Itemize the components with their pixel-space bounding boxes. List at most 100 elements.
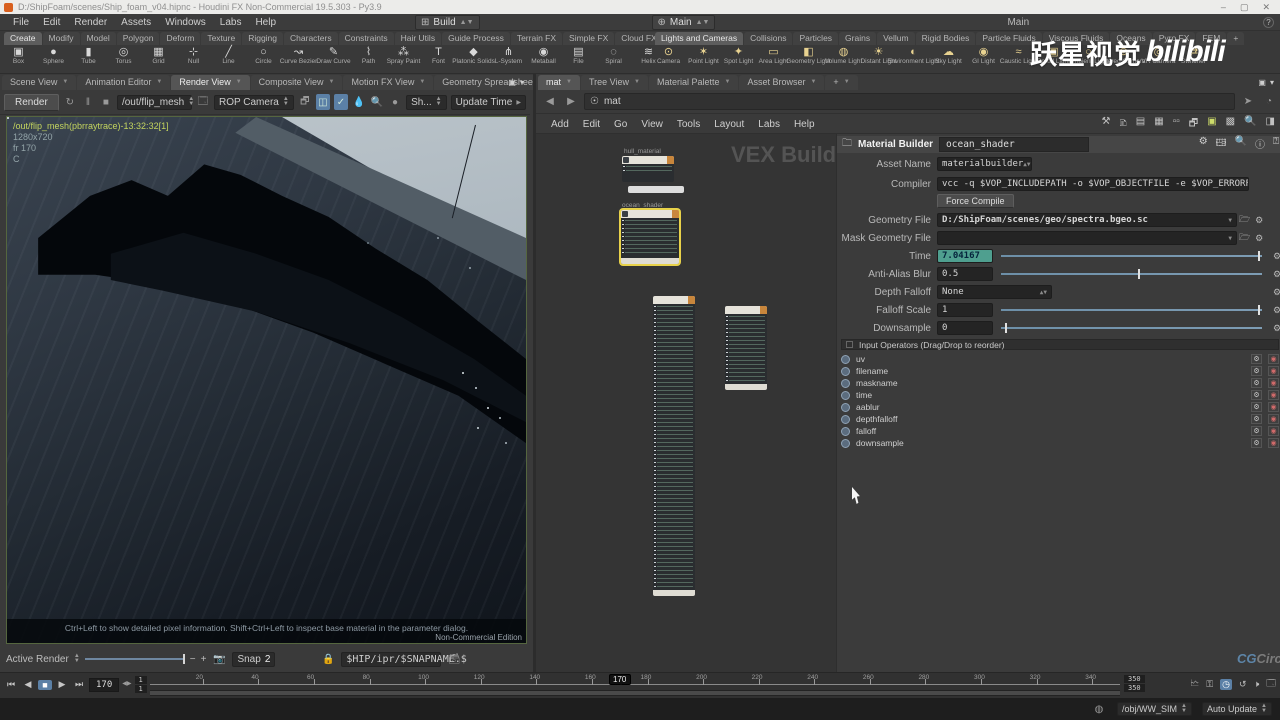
gear-icon[interactable]: ⚙ [1251, 390, 1262, 400]
menu-item[interactable]: Windows [158, 15, 213, 30]
remove-toggle-icon[interactable]: ◉ [1268, 414, 1279, 424]
shelf-tab[interactable]: Lights and Cameras [655, 32, 744, 45]
shelf-tool[interactable]: ▮ Tube [72, 46, 105, 74]
current-frame-field[interactable]: 170 [89, 677, 120, 692]
network-menu-item[interactable]: Add [544, 117, 576, 132]
gear-icon[interactable]: ⚙ [1252, 215, 1266, 226]
snapshot-icon[interactable]: 🗗 [298, 94, 312, 110]
shelf-tab[interactable]: Particle Fluids [976, 32, 1042, 45]
downsample-field[interactable]: 0 [937, 321, 993, 335]
shelf-tool[interactable]: ▭ Area Light [757, 46, 790, 74]
shelf-tool[interactable]: ⋔ L-System [492, 46, 525, 74]
shelf-tool[interactable]: ✶ Point Light [687, 46, 720, 74]
input-operators-header[interactable]: Input Operators (Drag/Drop to reorder) [841, 339, 1279, 350]
update-mode-selector[interactable]: Auto Update ▲ ▼ [1202, 702, 1272, 716]
pane-tab[interactable]: Render View ▼ [171, 75, 250, 90]
preset-icon[interactable]: 🖽 [1216, 136, 1227, 153]
dopesheet-icon[interactable]: 🗠 [1190, 676, 1199, 692]
asset-name-selector[interactable]: materialbuilder ▲▼ [937, 157, 1032, 171]
shelf-tool[interactable]: ✎ Draw Curve [316, 46, 350, 74]
shelf-tab[interactable]: Guide Process [442, 32, 510, 45]
shelf-tab[interactable]: Hair Utils [394, 32, 442, 45]
pane-controls[interactable]: ▣ ▾ [508, 78, 524, 87]
archive-icon[interactable]: 🗃 [446, 651, 462, 667]
node-vop-tall[interactable] [653, 296, 695, 596]
rerender-icon[interactable]: ↻ [63, 94, 77, 110]
stop-icon[interactable]: ■ [99, 94, 113, 110]
network-menu-item[interactable]: Tools [670, 117, 707, 132]
pixel-probe-icon[interactable]: 💧 [352, 94, 366, 110]
pane-controls[interactable]: ▣ ▾ [1258, 78, 1274, 87]
save-image-icon[interactable]: 🗔 [196, 94, 210, 110]
help-icon[interactable]: ? [1263, 16, 1274, 28]
network-menu-item[interactable]: Go [607, 117, 634, 132]
network-path-field[interactable]: ☉ mat [584, 93, 1235, 110]
snapshot-path-field[interactable]: $HIP/ipr/$SNAPNAME.$ [341, 651, 467, 667]
timeline-scrollbar[interactable] [150, 690, 1120, 696]
menu-item[interactable]: Render [67, 15, 114, 30]
shelf-tool[interactable]: ◍ Volume Light [825, 46, 863, 74]
shelf-tool[interactable]: ◌ Spiral [597, 46, 630, 74]
pause-icon[interactable]: ‖ [81, 94, 95, 110]
progressive-toggle-icon[interactable]: ✓ [333, 94, 348, 110]
shelf-tab[interactable]: Texture [201, 32, 242, 45]
minimize-button[interactable]: – [1221, 2, 1226, 13]
shelf-tool[interactable]: ○ Ambient Light [1069, 46, 1109, 74]
downsample-slider[interactable] [1001, 323, 1262, 333]
show-menu[interactable]: Sh... ▲ ▼ [406, 94, 447, 110]
compiler-field[interactable]: vcc -q $VOP_INCLUDEPATH -o $VOP_OBJECTFI… [937, 177, 1249, 191]
node-info-icon[interactable]: 🗈 [1119, 116, 1126, 133]
shelf-tool[interactable]: ● Sphere [37, 46, 70, 74]
go-to-start-button[interactable]: ⏮ [4, 679, 18, 690]
input-operator-row[interactable]: depthfalloff ⚙ ◉ [841, 413, 1279, 425]
network-editor[interactable]: VEX Builder hull_material ocean_shader [536, 134, 836, 672]
gear-icon[interactable]: ⚙ [1270, 251, 1280, 262]
node-name-field[interactable]: ocean_shader [939, 137, 1090, 152]
lock-icon[interactable]: 🔒 [320, 651, 336, 667]
main-menu-right[interactable]: Main [1007, 17, 1029, 28]
shelf-tool[interactable]: ◐ Environment Light [887, 46, 939, 74]
active-render-selector[interactable]: Active Render [6, 654, 69, 665]
menu-item[interactable]: File [6, 15, 36, 30]
play-button[interactable]: ▶ [55, 679, 69, 690]
snap-field[interactable]: Snap 2 [232, 651, 276, 667]
file-chooser-icon[interactable]: 🗁 [1239, 230, 1250, 246]
zoom-out-button[interactable]: − [190, 654, 196, 665]
shelf-tool[interactable]: ◉ Metaball [527, 46, 560, 74]
shelf-tool[interactable]: ⊙ Camera [652, 46, 685, 74]
shelf-tool[interactable]: ≈ Caustic Light [1000, 46, 1038, 74]
shelf-tab[interactable]: Characters [284, 32, 338, 45]
update-mode-selector[interactable]: Update Time ▶ [450, 94, 526, 110]
gear-icon[interactable]: ⚙ [1251, 426, 1262, 436]
shelf-tool[interactable]: ⊹ Null [177, 46, 210, 74]
force-compile-button[interactable]: Force Compile [937, 194, 1014, 208]
snapshot-camera-icon[interactable]: 📷 [211, 651, 227, 667]
search-icon[interactable]: 🔍 [1235, 136, 1247, 153]
notes-icon[interactable]: ▣ [1207, 116, 1216, 133]
shelf-tool[interactable]: ◆ Platonic Solids [452, 46, 495, 74]
forward-icon[interactable]: ▶ [563, 94, 579, 110]
gear-icon[interactable]: ⚙ [1251, 354, 1262, 364]
shelf-tab[interactable]: Model [80, 32, 116, 45]
back-icon[interactable]: ◀ [542, 94, 558, 110]
gear-icon[interactable]: ⚙ [1251, 378, 1262, 388]
shelf-tool[interactable]: ▣ Portal Light [1037, 46, 1070, 74]
input-operator-row[interactable]: downsample ⚙ ◉ [841, 437, 1279, 449]
shelf-tool[interactable]: ▣ Box [2, 46, 35, 74]
desktop-selector-main[interactable]: ⊕ Main ▲▼ [651, 14, 716, 30]
shelf-tool[interactable]: ▤ File [562, 46, 595, 74]
gear-icon[interactable]: ⚙ [1251, 366, 1262, 376]
input-operator-row[interactable]: time ⚙ ◉ [841, 389, 1279, 401]
magnify-icon[interactable]: 🔍 [370, 94, 384, 110]
color-palette-icon[interactable]: 🗗 [1189, 116, 1198, 133]
menu-item[interactable]: Help [248, 15, 283, 30]
shelf-tab[interactable]: Modify [42, 32, 80, 45]
gear-icon[interactable]: ⚙ [1252, 233, 1266, 244]
stop-button[interactable]: ■ [38, 679, 52, 690]
aablur-slider[interactable] [1001, 269, 1262, 279]
shelf-tool[interactable]: ⇄ Switcher [1177, 46, 1210, 74]
aablur-field[interactable]: 0.5 [937, 267, 993, 281]
gear-icon[interactable]: ⚙ [1270, 323, 1280, 334]
sphere-icon[interactable]: ● [388, 94, 402, 110]
grid-view-icon[interactable]: ▦ [1154, 116, 1163, 133]
